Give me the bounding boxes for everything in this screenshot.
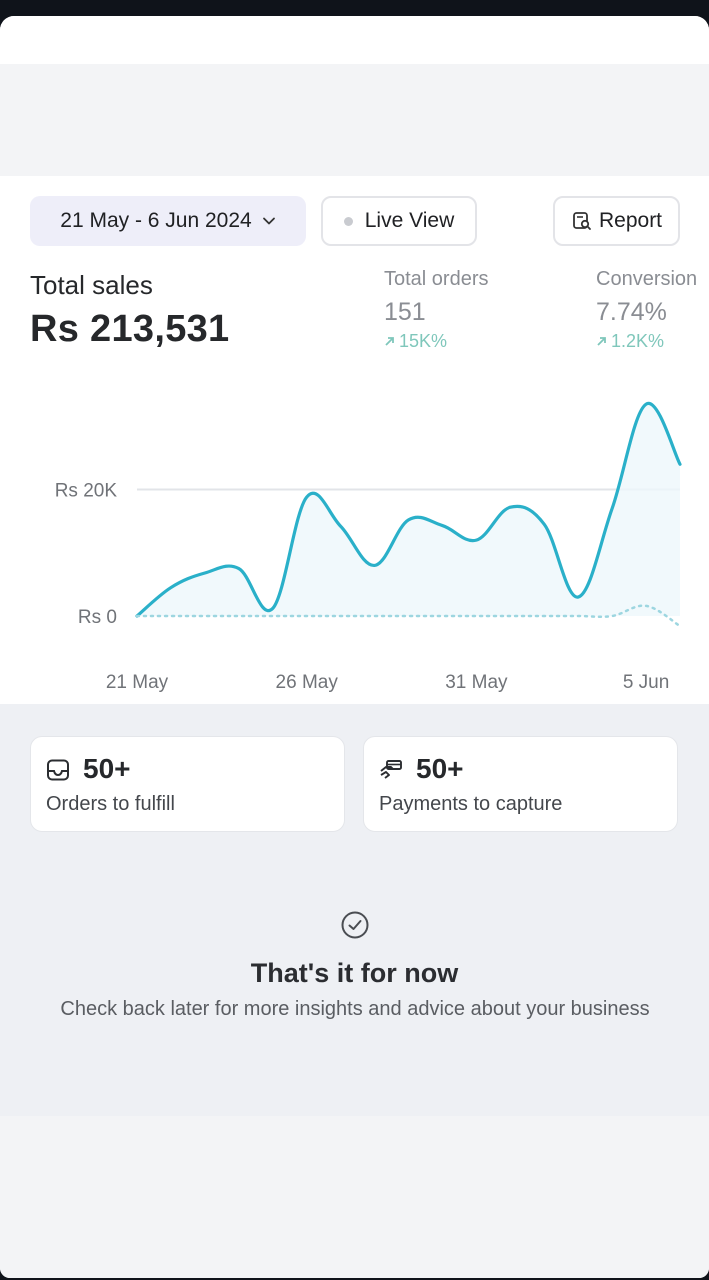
trend-up-icon [385,337,394,346]
task-cards: 50+ Orders to fulfill 50+ Payments to ca… [30,736,680,832]
metric-change: 15K% [384,331,489,352]
metric-value: 151 [384,298,426,326]
x-tick-label: 5 Jun [623,672,669,693]
metric-change: 1.2K% [596,331,697,352]
total-sales-label: Total sales [30,270,153,300]
live-view-button[interactable]: Live View [321,196,477,246]
date-range-label: 21 May - 6 Jun 2024 [60,209,252,232]
series-area-fill [137,403,680,616]
x-tick-label: 31 May [445,672,508,693]
sales-panel: 21 May - 6 Jun 2024 Live View Report Tot… [0,176,709,704]
empty-state-title: That's it for now [250,958,459,988]
inbox-icon [47,759,69,781]
metric-label: Total orders [384,268,489,290]
metric-change-value: 15K% [399,331,448,351]
orders-count: 50+ [83,753,131,784]
orders-to-fulfill-card[interactable]: 50+ Orders to fulfill [30,736,345,832]
live-view-label: Live View [364,209,455,232]
live-status-dot [343,216,353,226]
total-sales-value: Rs 213,531 [30,308,230,350]
orders-label: Orders to fulfill [46,793,175,815]
payments-count: 50+ [416,753,464,784]
metric-conversion[interactable]: Conversion 7.74% 1.2K% [596,268,697,352]
header-spacer [0,64,709,176]
payments-label: Payments to capture [379,793,563,815]
x-tick-label: 26 May [276,672,339,693]
report-button[interactable]: Report [553,196,680,246]
sales-line-chart: Rs 20K Rs 0 21 May 26 May 31 May 5 Jun [55,402,682,693]
bottom-area [0,1116,709,1278]
payment-hand-icon [380,760,402,779]
date-range-picker[interactable]: 21 May - 6 Jun 2024 [30,196,306,246]
chevron-down-icon [262,217,275,225]
check-circle-icon [341,911,369,939]
metric-value: 7.74% [596,298,667,326]
empty-state-text: Check back later for more insights and a… [60,998,650,1020]
top-bar [0,16,709,64]
metric-total-orders[interactable]: Total orders 151 15K% [384,268,489,352]
trend-up-icon [597,337,606,346]
metric-change-value: 1.2K% [611,331,665,351]
y-tick-label: Rs 0 [78,607,117,628]
report-label: Report [598,209,663,232]
report-search-icon [573,212,591,230]
screen-sheet: 21 May - 6 Jun 2024 Live View Report Tot… [0,16,709,1278]
x-tick-label: 21 May [106,672,169,693]
payments-to-capture-card[interactable]: 50+ Payments to capture [363,736,678,832]
y-tick-label: Rs 20K [55,481,118,502]
metric-label: Conversion [596,268,698,290]
